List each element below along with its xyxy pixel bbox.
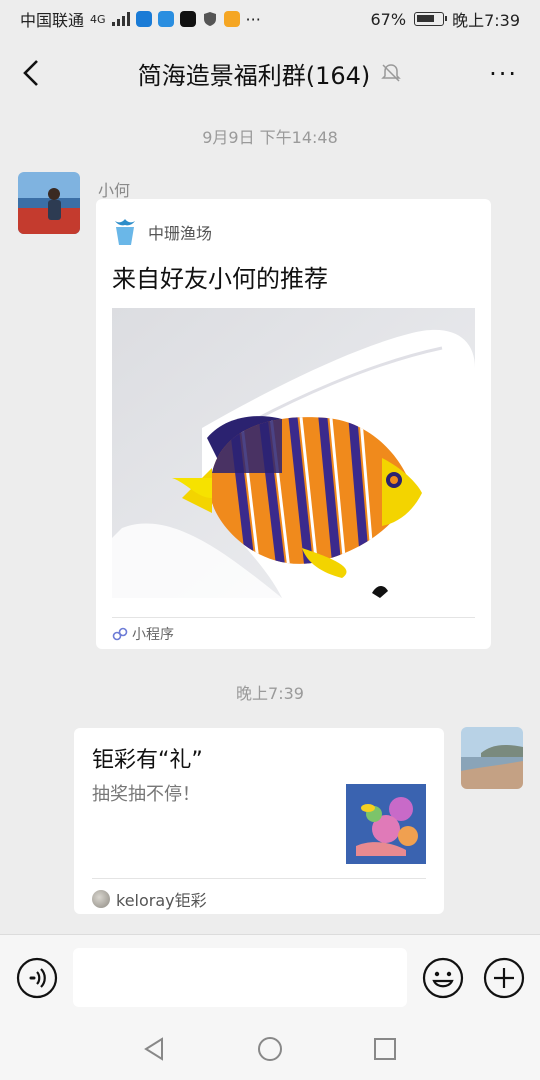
- link-card[interactable]: 钜彩有“礼” 抽奖抽不停！ keloray钜彩: [74, 728, 444, 914]
- carrier-label: 中国联通: [20, 11, 85, 30]
- my-avatar[interactable]: [461, 727, 523, 789]
- link-description: 抽奖抽不停！: [92, 784, 200, 805]
- chevron-left-icon: [23, 60, 38, 86]
- link-source: keloray钜彩: [116, 891, 207, 910]
- chat-title: 简海造景福利群(164): [137, 61, 371, 90]
- avatar-photo: [18, 172, 80, 234]
- nav-home-button[interactable]: [257, 1036, 283, 1062]
- beach-avatar-photo: [461, 727, 523, 789]
- link-thumbnail: [346, 784, 426, 864]
- link-title: 钜彩有“礼”: [92, 748, 203, 773]
- triangle-back-icon: [144, 1037, 163, 1061]
- message-timestamp: 晚上7:39: [236, 684, 304, 703]
- nav-recents-button[interactable]: [372, 1036, 398, 1062]
- message-timestamp: 9月9日 下午14:48: [202, 128, 338, 147]
- avatar[interactable]: [18, 172, 80, 234]
- battery-percent: 67%: [370, 9, 407, 29]
- chat-header: 简海造景福利群(164) ···: [0, 38, 540, 108]
- chat-input-bar: [0, 934, 540, 1016]
- mini-program-header: 中珊渔场: [112, 217, 212, 247]
- shield-icon: [203, 12, 216, 26]
- mini-program-source: 中珊渔场: [148, 224, 213, 243]
- square-recents-icon: [374, 1038, 396, 1060]
- voice-icon: [16, 957, 58, 999]
- system-nav-bar: [0, 1016, 540, 1080]
- source-icon: [92, 890, 110, 908]
- more-notifications-icon: ···: [245, 9, 261, 29]
- signal-icon: [111, 12, 130, 26]
- app-notification-icon: [135, 11, 152, 27]
- link-footer: keloray钜彩: [92, 878, 426, 911]
- mute-bell-icon: [381, 64, 402, 82]
- more-actions-button[interactable]: [483, 957, 525, 999]
- reef-thumbnail-image: [346, 784, 426, 864]
- network-type: 4G: [90, 12, 106, 26]
- fish-image: [112, 308, 475, 598]
- back-button[interactable]: [14, 56, 48, 90]
- status-right: 67% 晚上7:39: [371, 7, 521, 31]
- taobao-icon: [223, 11, 240, 27]
- mini-program-card[interactable]: 中珊渔场 来自好友小何的推荐 小程序: [96, 199, 491, 649]
- mini-program-logo-icon: [115, 219, 135, 245]
- voice-input-button[interactable]: [16, 957, 58, 999]
- status-left: 中国联通 4G ···: [20, 7, 261, 31]
- cloud-app-icon: [157, 11, 174, 27]
- battery-icon: [414, 12, 448, 26]
- regal-angelfish-illustration: [112, 308, 475, 598]
- more-options-button[interactable]: ···: [489, 60, 518, 88]
- plus-icon: [483, 957, 525, 999]
- clock: 晚上7:39: [452, 11, 520, 30]
- mini-program-icon: [112, 627, 128, 641]
- mini-program-footer: 小程序: [112, 617, 475, 644]
- message-input[interactable]: [73, 948, 407, 1007]
- sender-name: 小何: [98, 181, 131, 200]
- status-bar: 中国联通 4G ··· 67% 晚上7:39: [0, 0, 540, 38]
- mini-program-title: 来自好友小何的推荐: [112, 265, 328, 293]
- emoji-button[interactable]: [422, 957, 464, 999]
- nav-back-button[interactable]: [142, 1036, 168, 1062]
- mini-program-label: 小程序: [132, 627, 174, 643]
- circle-home-icon: [258, 1037, 282, 1061]
- tiktok-icon: [179, 11, 196, 27]
- emoji-icon: [422, 957, 464, 999]
